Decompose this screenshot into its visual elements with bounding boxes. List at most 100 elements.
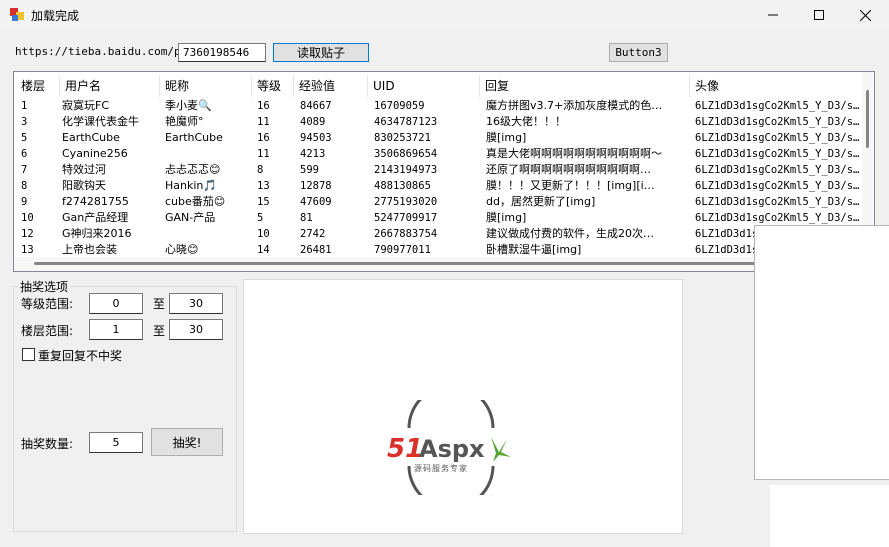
table-cell[interactable]: 4213 [300, 146, 370, 162]
table-cell[interactable]: GAN-产品 [165, 210, 257, 226]
button3[interactable]: Button3 [609, 43, 668, 62]
table-cell[interactable]: 2143194973 [374, 162, 484, 178]
table-cell[interactable]: 13 [21, 242, 61, 258]
floor-min-input[interactable]: 1 [89, 319, 143, 340]
table-cell[interactable]: 8 [257, 162, 299, 178]
reply-table[interactable]: 楼层 用户名 昵称 等级 经验值 UID 回复 头像 1 寂寞玩FC 季小麦🔍 16 8… [13, 71, 875, 272]
table-cell[interactable]: Cyanine256 [62, 146, 162, 162]
table-cell[interactable]: 6LZ1dD3d1sgCo2Kml5_Y_D3/s… [695, 114, 860, 130]
table-cell[interactable]: 16 [257, 130, 299, 146]
table-cell[interactable]: 14 [257, 242, 299, 258]
table-row[interactable]: 13上帝也会装心晓😊1426481790977011卧槽默湿牛逼[img]6LZ… [14, 242, 864, 258]
table-cell[interactable]: 6LZ1dD3d1sgCo2Kml5_Y_D3/s… [695, 178, 860, 194]
table-cell[interactable]: 3 [21, 114, 61, 130]
table-cell[interactable]: 4089 [300, 114, 370, 130]
table-cell[interactable]: EarthCube [62, 130, 162, 146]
table-cell[interactable]: 6LZ1dD3d1sgCo2Kml5_Y_D3/s… [695, 162, 860, 178]
table-cell[interactable]: 膜[img] [486, 210, 691, 226]
table-cell[interactable]: 5 [21, 130, 61, 146]
table-cell[interactable]: 魔方拼图v3.7+添加灰度模式的色… [486, 98, 691, 114]
table-cell[interactable]: 膜[img] [486, 130, 691, 146]
table-cell[interactable]: 化学课代表金牛 [62, 114, 162, 130]
table-cell[interactable]: 忐忐忑忑😊 [165, 162, 257, 178]
table-cell[interactable]: 830253721 [374, 130, 484, 146]
table-cell[interactable]: 阳歌钩天 [62, 178, 162, 194]
table-cell[interactable]: 6LZ1dD3d1sgCo2Kml5_Y_D3/s… [695, 194, 860, 210]
table-cell[interactable]: Hankin🎵 [165, 178, 257, 194]
table-row[interactable]: 8 阳歌钩天 Hankin🎵 13 12878 488130865 膜！！！又更新了！！！[… [14, 178, 864, 194]
table-cell[interactable]: Gan产品经理 [62, 210, 162, 226]
table-cell[interactable]: f274281755 [62, 194, 162, 210]
table-cell[interactable]: cube番茄😊 [165, 194, 257, 210]
scroll-thumb[interactable] [34, 262, 829, 265]
table-cell[interactable]: 8 [21, 178, 61, 194]
column-header[interactable]: 等级 [252, 75, 294, 97]
table-row[interactable]: 9 f274281755 cube番茄😊 15 47609 2775193020 dd，居然… [14, 194, 864, 210]
table-cell[interactable]: 16 [257, 98, 299, 114]
table-cell[interactable]: 13 [257, 178, 299, 194]
table-cell[interactable]: 2742 [300, 226, 370, 242]
table-cell[interactable]: 599 [300, 162, 370, 178]
floor-max-input[interactable]: 30 [169, 319, 223, 340]
table-cell[interactable]: 6LZ1dD3d1sgCo2Kml5_Y_D3/s… [695, 98, 860, 114]
no-repeat-label[interactable]: 重复回复不中奖 [38, 347, 122, 364]
table-cell[interactable]: 11 [257, 114, 299, 130]
table-cell[interactable]: 7 [21, 162, 61, 178]
column-header[interactable]: 用户名 [60, 75, 160, 97]
maximize-button[interactable] [796, 0, 842, 30]
table-cell[interactable]: 12878 [300, 178, 370, 194]
level-max-input[interactable]: 30 [169, 293, 223, 314]
table-cell[interactable]: 10 [257, 226, 299, 242]
table-cell[interactable]: 10 [21, 210, 61, 226]
table-row[interactable]: 3 化学课代表金牛 艳魔师° 11 4089 4634787123 16级大佬！！！ 6LZ1… [14, 114, 864, 130]
draw-count-input[interactable]: 5 [89, 432, 143, 453]
table-row[interactable]: 1 寂寞玩FC 季小麦🔍 16 84667 16709059 魔方拼图v3.7+添加灰度模式… [14, 98, 864, 114]
table-cell[interactable]: 6LZ1dD3d1sgCo2Kml5_Y_D3/s… [695, 210, 860, 226]
table-cell[interactable]: 5247709917 [374, 210, 484, 226]
table-cell[interactable]: 94503 [300, 130, 370, 146]
table-cell[interactable]: 4634787123 [374, 114, 484, 130]
close-button[interactable] [842, 0, 888, 30]
table-cell[interactable]: 真是大佬啊啊啊啊啊啊啊啊啊啊啊～ [486, 146, 691, 162]
table-cell[interactable]: 12 [21, 226, 61, 242]
table-cell[interactable]: 790977011 [374, 242, 484, 258]
scroll-thumb[interactable] [866, 90, 869, 148]
table-row[interactable]: 5 EarthCube EarthCube 16 94503 830253721 膜[img… [14, 130, 864, 146]
no-repeat-checkbox[interactable] [22, 348, 35, 361]
table-cell[interactable]: 81 [300, 210, 370, 226]
table-cell[interactable]: 卧槽默湿牛逼[img] [486, 242, 691, 258]
table-cell[interactable]: 季小麦🔍 [165, 98, 257, 114]
table-cell[interactable]: 艳魔师° [165, 114, 257, 130]
table-row[interactable]: 10 Gan产品经理 GAN-产品 5 81 5247709917 膜[img] 6LZ1dD… [14, 210, 864, 226]
table-cell[interactable]: 2775193020 [374, 194, 484, 210]
table-cell[interactable]: 6LZ1dD3d1sgCo2Kml5_Y_D3/s… [695, 146, 860, 162]
table-cell[interactable]: 5 [257, 210, 299, 226]
column-header[interactable]: 头像 [690, 75, 864, 97]
minimize-button[interactable] [750, 0, 796, 30]
table-cell[interactable]: 15 [257, 194, 299, 210]
table-cell[interactable]: 建议做成付费的软件，生成20次… [486, 226, 691, 242]
table-cell[interactable]: 6LZ1dD3d1sgCo2Kml5_Y_D3/s… [695, 130, 860, 146]
column-header[interactable]: 昵称 [160, 75, 252, 97]
table-cell[interactable]: 寂寞玩FC [62, 98, 162, 114]
table-cell[interactable]: 84667 [300, 98, 370, 114]
table-cell[interactable]: EarthCube [165, 130, 257, 146]
table-row[interactable]: 6 Cyanine256 11 4213 3506869654 真是大佬啊啊啊啊啊啊啊啊啊… [14, 146, 864, 162]
table-cell[interactable]: 特效过河 [62, 162, 162, 178]
table-cell[interactable]: 膜！！！又更新了！！！[img][i… [486, 178, 691, 194]
table-row[interactable]: 12 G神归来2016 10 2742 2667883754 建议做成付费的软件，生成20… [14, 226, 864, 242]
table-cell[interactable]: 47609 [300, 194, 370, 210]
post-id-input[interactable] [178, 43, 266, 62]
table-cell[interactable]: 26481 [300, 242, 370, 258]
column-header[interactable]: 回复 [480, 75, 690, 97]
draw-button[interactable]: 抽奖! [151, 428, 223, 456]
table-cell[interactable]: 16级大佬！！！ [486, 114, 691, 130]
horizontal-scrollbar[interactable] [14, 257, 864, 271]
table-cell[interactable]: G神归来2016 [62, 226, 162, 242]
load-post-button[interactable]: 读取贴子 [273, 43, 369, 62]
table-cell[interactable]: dd，居然更新了[img] [486, 194, 691, 210]
table-cell[interactable]: 488130865 [374, 178, 484, 194]
table-cell[interactable]: 9 [21, 194, 61, 210]
level-min-input[interactable]: 0 [89, 293, 143, 314]
table-cell[interactable]: 3506869654 [374, 146, 484, 162]
